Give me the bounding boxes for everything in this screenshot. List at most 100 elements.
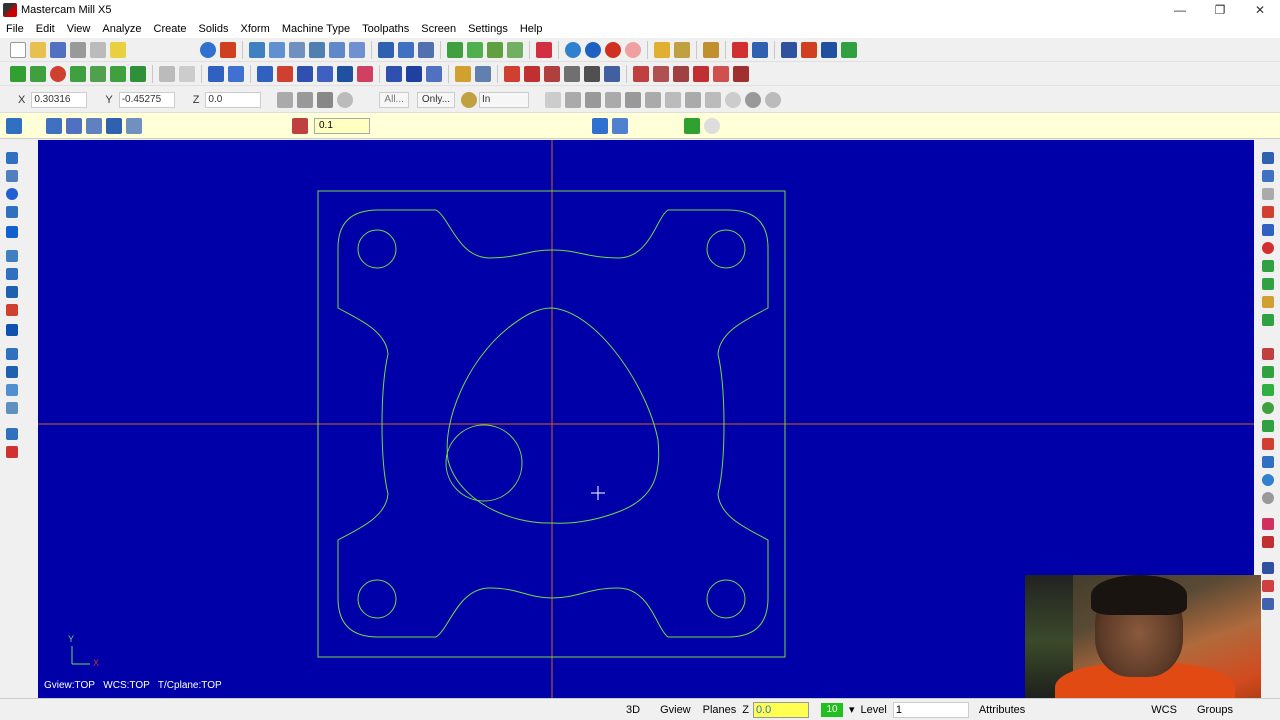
shading-icon[interactable] [536,41,552,58]
lathe-icon[interactable] [564,65,580,82]
rotate-icon[interactable] [277,65,293,82]
mru-tool-15-icon[interactable] [1262,420,1274,432]
new-file-icon[interactable] [10,41,26,58]
delete-tool-icon[interactable] [6,446,18,458]
spline-tool-icon[interactable] [6,250,18,262]
pointer-icon[interactable] [228,65,244,82]
front-view-icon[interactable] [398,41,414,58]
grid-fence-icon[interactable] [86,117,102,134]
grid-snap-icon[interactable] [317,91,334,108]
horizontal-icon[interactable] [46,117,62,134]
drafting-tool-icon[interactable] [6,366,18,378]
point-tool-icon[interactable] [6,152,18,164]
iso-shade-icon[interactable] [467,41,483,58]
bounding-tool-icon[interactable] [6,286,18,298]
menu-create[interactable]: Create [148,23,193,35]
back-select-icon[interactable] [685,91,702,108]
help-icon[interactable] [732,41,748,58]
side-view-icon[interactable] [418,41,434,58]
select-only-button[interactable]: Only... [416,91,456,108]
menu-help[interactable]: Help [514,23,549,35]
selection-mode-icon[interactable] [461,91,478,108]
status-level-field[interactable]: 1 [892,701,969,718]
axis-icon[interactable] [612,117,628,134]
mru-tool-2-icon[interactable] [1262,170,1274,182]
green-tree-icon[interactable] [841,41,857,58]
loop-select-icon[interactable] [665,91,682,108]
menu-settings[interactable]: Settings [462,23,514,35]
trim-icon[interactable] [110,65,126,82]
mru-tool-14-icon[interactable] [1262,402,1274,414]
autocursor-icon[interactable] [297,91,314,108]
cursor-select-icon[interactable] [565,91,582,108]
center-icon[interactable] [106,117,122,134]
end-select-icon[interactable] [745,91,762,108]
mru-tool-12-icon[interactable] [1262,366,1274,378]
mru-tool-5-icon[interactable] [1262,224,1274,236]
mru-tool-17-icon[interactable] [1262,456,1274,468]
status-gview-button[interactable]: Gview [660,704,691,716]
check-select-icon[interactable] [705,91,722,108]
face-select-icon[interactable] [605,91,622,108]
menu-xform[interactable]: Xform [235,23,276,35]
x-coordinate-field[interactable]: 0.30316 [31,91,88,108]
zoom-out-icon[interactable] [349,41,365,58]
outline-shade-icon[interactable] [625,41,641,58]
spacing-icon[interactable] [292,117,308,134]
iso-wire-icon[interactable] [447,41,463,58]
edge-select-icon[interactable] [645,91,662,108]
status-groups-button[interactable]: Groups [1197,704,1233,716]
contour-icon[interactable] [475,65,491,82]
menu-solids[interactable]: Solids [193,23,235,35]
point-create-icon[interactable] [10,65,26,82]
backplot-icon[interactable] [633,65,649,82]
scale-icon[interactable] [317,65,333,82]
mru-tool-16-icon[interactable] [1262,438,1274,450]
status-planes-button[interactable]: Planes [703,704,737,716]
mru-tool-4-icon[interactable] [1262,206,1274,218]
status-color-swatch[interactable]: 10 [821,702,843,717]
surface-pocket-icon[interactable] [544,65,560,82]
status-wcs-button[interactable]: WCS [1151,704,1177,716]
mru-tool-20-icon[interactable] [1262,518,1274,530]
save-icon[interactable] [50,41,66,58]
ok-check-icon[interactable] [684,117,700,134]
mesh-icon[interactable] [584,65,600,82]
select-icon[interactable] [208,65,224,82]
menu-machine-type[interactable]: Machine Type [276,23,356,35]
verify-icon[interactable] [604,65,620,82]
drill-icon[interactable] [455,65,471,82]
toolpath-icon[interactable] [386,65,402,82]
fillet-icon[interactable] [70,65,86,82]
cancel-select-icon[interactable] [725,91,742,108]
line-tool-icon[interactable] [6,170,18,182]
zoom-in-icon[interactable] [329,41,345,58]
letters-tool-icon[interactable] [6,268,18,280]
measure-icon[interactable] [674,41,690,58]
chamfer-icon[interactable] [90,65,106,82]
z-coordinate-field[interactable]: 0.0 [205,91,262,108]
menu-screen[interactable]: Screen [415,23,462,35]
pencil-icon[interactable] [654,41,670,58]
zoom-target-icon[interactable] [289,41,305,58]
mru-tool-18-icon[interactable] [1262,474,1274,486]
top-view-icon[interactable] [378,41,394,58]
help-question-icon[interactable] [704,117,720,134]
tree-icon[interactable] [752,41,768,58]
globe-wire-icon[interactable] [565,41,581,58]
minimize-icon[interactable]: — [1160,0,1200,20]
redo-icon[interactable] [179,65,195,82]
offset-icon[interactable] [337,65,353,82]
ribbon-menu-icon[interactable] [6,117,22,134]
unzoom-icon[interactable] [309,41,325,58]
question-select-icon[interactable] [765,91,782,108]
mru-tool-13-icon[interactable] [1262,384,1274,396]
open-file-icon[interactable] [30,41,46,58]
y-coordinate-field[interactable]: -0.45275 [118,91,175,108]
list-icon[interactable] [821,41,837,58]
red-box-icon[interactable] [801,41,817,58]
status-dropdown-icon[interactable]: ▾ [849,703,855,716]
mru-tool-8-icon[interactable] [1262,278,1274,290]
mru-tool-11-icon[interactable] [1262,348,1274,360]
translate-icon[interactable] [257,65,273,82]
